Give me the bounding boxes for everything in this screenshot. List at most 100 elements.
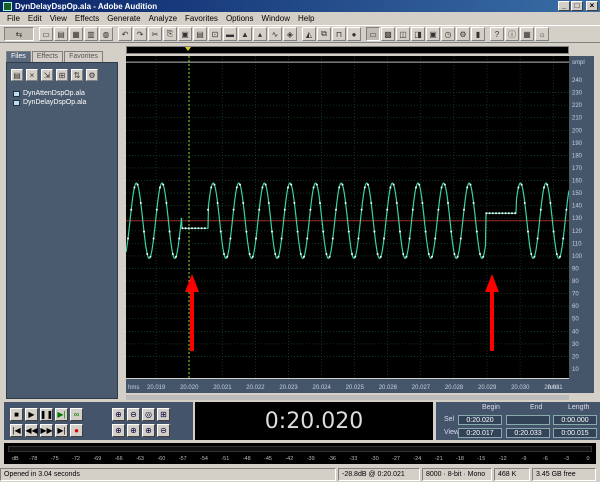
zoom-in-vertical-icon[interactable]: ⊕ (142, 424, 155, 437)
play-to-end-button[interactable]: ▶| (55, 408, 68, 421)
sel-begin-field[interactable]: 0:20.020 (458, 415, 502, 425)
sample-point (255, 237, 257, 240)
freq-icon[interactable]: ⧉ (317, 27, 331, 41)
menu-help[interactable]: Help (294, 14, 318, 23)
close-button[interactable]: × (586, 1, 598, 11)
undo-icon[interactable]: ↶ (118, 27, 132, 41)
record-button[interactable]: ● (70, 424, 83, 437)
sample-point (437, 208, 440, 211)
copy-icon[interactable]: ⎘ (163, 27, 177, 41)
menu-analyze[interactable]: Analyze (145, 14, 181, 23)
record-settings-icon[interactable]: ● (347, 27, 361, 41)
open-file-icon[interactable]: ▤ (54, 27, 68, 41)
file-item[interactable]: DynAttenDspOp.ala (13, 89, 111, 98)
cd-icon[interactable]: ◍ (99, 27, 113, 41)
settings-icon[interactable]: ⚙ (86, 69, 98, 81)
zoom-full-icon[interactable]: ◎ (142, 408, 155, 421)
fx-icon[interactable]: ◈ (283, 27, 297, 41)
tab-files[interactable]: Files (6, 51, 31, 62)
new-file-icon[interactable]: ▭ (39, 27, 53, 41)
horizontal-scrollbar[interactable] (126, 395, 569, 400)
menu-generate[interactable]: Generate (103, 14, 144, 23)
settings-icon[interactable]: ⚙ (456, 27, 470, 41)
meter-icon[interactable]: ▮ (471, 27, 485, 41)
sample-point (447, 201, 449, 204)
go-to-end-button[interactable]: ▶| (55, 424, 68, 437)
multitrack-icon[interactable]: ▥ (84, 27, 98, 41)
help-icon[interactable]: ? (490, 27, 504, 41)
menu-favorites[interactable]: Favorites (181, 14, 222, 23)
sel-end-field[interactable] (506, 415, 550, 425)
paste-icon[interactable]: ▣ (178, 27, 192, 41)
close-file-icon[interactable]: × (26, 69, 38, 81)
menu-effects[interactable]: Effects (71, 14, 103, 23)
tab-favorites[interactable]: Favorites (64, 51, 103, 62)
import-icon[interactable]: ⇲ (41, 69, 53, 81)
time-tick-label: 20.025 (346, 385, 365, 391)
redo-icon[interactable]: ↷ (133, 27, 147, 41)
file-item[interactable]: DynDelayDspOp.ala (13, 98, 111, 107)
markers-icon[interactable]: ⊓ (332, 27, 346, 41)
maximize-button[interactable]: □ (571, 1, 583, 11)
cut-icon[interactable]: ✂ (148, 27, 162, 41)
sort-icon[interactable]: ⇅ (71, 69, 83, 81)
sample-point (175, 255, 177, 258)
info-icon[interactable]: ⓘ (505, 27, 519, 41)
sel-length-field[interactable]: 0:00.000 (553, 415, 597, 425)
phase-view-icon[interactable]: ◨ (411, 27, 425, 41)
sample-point (463, 208, 465, 211)
menu-view[interactable]: View (46, 14, 71, 23)
chart-icon[interactable]: ▦ (520, 27, 534, 41)
spectral-view-icon[interactable]: ▩ (381, 27, 395, 41)
play-button[interactable]: ▶ (25, 408, 38, 421)
pause-button[interactable]: ❚❚ (40, 408, 53, 421)
spectral-icon[interactable]: ◭ (302, 27, 316, 41)
menu-options[interactable]: Options (222, 14, 258, 23)
noise-icon[interactable]: ∿ (268, 27, 282, 41)
menu-edit[interactable]: Edit (24, 14, 46, 23)
level-tick-label: -45 (264, 456, 272, 462)
save-icon[interactable]: ▦ (69, 27, 83, 41)
view-length-field[interactable]: 0:00.015 (553, 428, 597, 438)
sample-point (264, 183, 267, 186)
level-tick-label: -69 (93, 456, 101, 462)
rewind-button[interactable]: ◀◀ (25, 424, 38, 437)
loop-button[interactable]: ∞ (70, 408, 83, 421)
time-view-icon[interactable]: ◷ (441, 27, 455, 41)
waveform-view-icon[interactable]: ▭ (366, 27, 380, 41)
amplitude-ruler: smpl 240 230 220 210 200 190 180 170 160 150 140 130… (569, 56, 594, 393)
sample-point (495, 212, 497, 215)
tab-effects[interactable]: Effects (31, 51, 64, 62)
stop-button[interactable]: ■ (10, 408, 23, 421)
zoom-left-icon[interactable]: ⊕ (112, 424, 125, 437)
zoom-out-vertical-icon[interactable]: ⊖ (157, 424, 170, 437)
sample-point (251, 255, 254, 258)
amplify-icon[interactable]: ▲ (238, 27, 252, 41)
menu-file[interactable]: File (3, 14, 24, 23)
waveform-display[interactable] (126, 56, 569, 378)
view-begin-field[interactable]: 0:20.017 (458, 428, 502, 438)
pan-view-icon[interactable]: ◫ (396, 27, 410, 41)
zoom-selection-icon[interactable]: ⊞ (157, 408, 170, 421)
go-to-start-button[interactable]: |◀ (10, 424, 23, 437)
level-tick-label: -60 (157, 456, 165, 462)
zoom-out-horizontal-icon[interactable]: ⊖ (127, 408, 140, 421)
open-file-icon[interactable]: ▤ (11, 69, 23, 81)
file-pane: ▤ × ⇲ ⊞ ⇅ ⚙ DynAttenDspOp.ala DynDelayDspOp.al… (6, 62, 118, 399)
mix-paste-icon[interactable]: ▤ (193, 27, 207, 41)
silence-icon[interactable]: ▬ (223, 27, 237, 41)
overview-bar[interactable] (126, 46, 569, 54)
normalize-icon[interactable]: ▴ (253, 27, 267, 41)
trim-icon[interactable]: ⊡ (208, 27, 222, 41)
zoom-right-icon[interactable]: ⊕ (127, 424, 140, 437)
zoom-in-horizontal-icon[interactable]: ⊕ (112, 408, 125, 421)
view-end-field[interactable]: 0:20.033 (506, 428, 550, 438)
sample-point (514, 212, 517, 215)
minimize-button[interactable]: _ (558, 1, 570, 11)
tip-icon[interactable]: ☼ (535, 27, 549, 41)
fast-forward-button[interactable]: ▶▶ (40, 424, 53, 437)
edit-view-icon[interactable]: ▣ (426, 27, 440, 41)
insert-icon[interactable]: ⊞ (56, 69, 68, 81)
view-toggle-icon[interactable]: ⇆ (4, 27, 34, 41)
menu-window[interactable]: Window (258, 14, 294, 23)
